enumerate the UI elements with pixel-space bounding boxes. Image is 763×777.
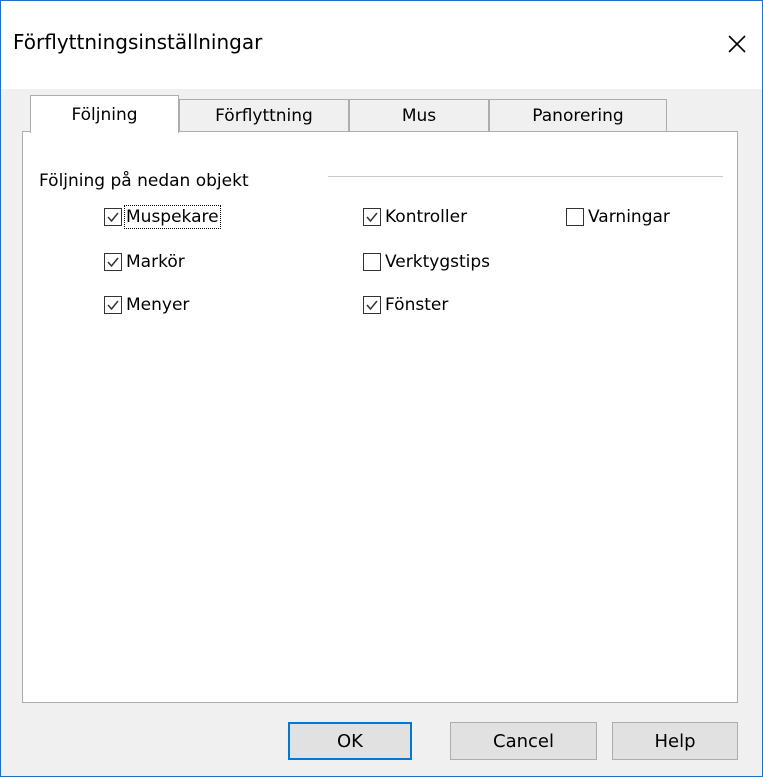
tab-strip: Följning Förflyttning Mus Panorering (30, 95, 670, 133)
checkmark-icon (107, 257, 119, 268)
checkmark-icon (107, 212, 119, 223)
checkbox-label: Markör (126, 252, 185, 272)
tab-label: Mus (401, 106, 437, 126)
checkbox-markor[interactable]: Markör (104, 252, 185, 272)
checkbox-box[interactable] (566, 208, 584, 226)
checkbox-label: Varningar (588, 207, 670, 227)
group-divider (328, 176, 723, 177)
cancel-button[interactable]: Cancel (450, 722, 597, 760)
group-label: Följning på nedan objekt (39, 171, 257, 191)
checkbox-box[interactable] (104, 208, 122, 226)
checkbox-verktygstips[interactable]: Verktygstips (363, 252, 490, 272)
close-icon (728, 35, 746, 53)
checkbox-label: Muspekare (124, 205, 221, 229)
tab-panorering[interactable]: Panorering (489, 99, 667, 132)
checkbox-label: Fönster (385, 295, 449, 315)
checkmark-icon (107, 300, 119, 311)
checkbox-menyer[interactable]: Menyer (104, 295, 189, 315)
checkbox-muspekare[interactable]: Muspekare (104, 205, 221, 229)
tab-foljning[interactable]: Följning (30, 95, 179, 133)
checkbox-varningar[interactable]: Varningar (566, 207, 670, 227)
checkbox-fonster[interactable]: Fönster (363, 295, 448, 315)
checkbox-box[interactable] (363, 208, 381, 226)
checkbox-label: Verktygstips (385, 252, 491, 272)
tab-label: Panorering (532, 106, 624, 126)
checkbox-kontroller[interactable]: Kontroller (363, 207, 467, 227)
tab-label: Förflyttning (215, 106, 313, 126)
checkbox-label: Kontroller (385, 207, 468, 227)
window-title: Förflyttningsinställningar (13, 30, 263, 54)
title-bar: Förflyttningsinställningar (1, 1, 762, 89)
checkbox-box[interactable] (363, 253, 381, 271)
checkbox-box[interactable] (104, 296, 122, 314)
checkmark-icon (366, 212, 378, 223)
ok-button[interactable]: OK (288, 722, 412, 760)
close-button[interactable] (712, 19, 762, 69)
help-button[interactable]: Help (612, 722, 738, 760)
checkbox-box[interactable] (363, 296, 381, 314)
tab-mus[interactable]: Mus (349, 99, 489, 132)
checkmark-icon (366, 300, 378, 311)
checkbox-box[interactable] (104, 253, 122, 271)
tab-label: Följning (71, 104, 138, 125)
tab-forflyttning[interactable]: Förflyttning (179, 99, 349, 132)
checkbox-label: Menyer (126, 295, 190, 315)
